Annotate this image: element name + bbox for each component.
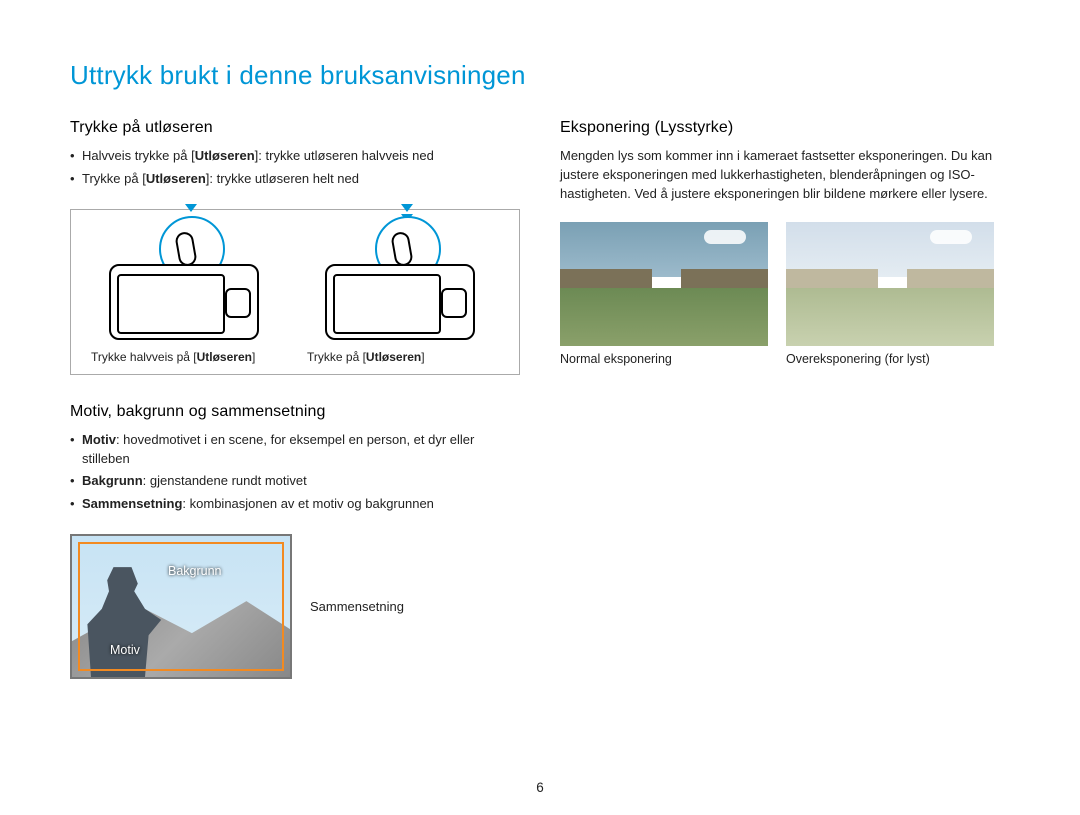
text: : hovedmotivet i en scene, for eksempel … [82,432,474,466]
section-composition: Motiv, bakgrunn og sammensetning Motiv: … [70,403,520,679]
exposure-normal: Normal eksponering [560,222,768,366]
text: : gjenstandene rundt motivet [143,473,307,488]
exposure-paragraph: Mengden lys som kommer inn i kameraet fa… [560,147,1010,204]
text: ] [421,350,424,364]
text: ]: trykke utløseren helt ned [206,171,359,186]
camera-body-icon [109,264,259,340]
text: Trykke på [ [82,171,146,186]
camera-body-icon [325,264,475,340]
camera-drawing-half [97,224,277,344]
text-bold: Utløseren [146,171,206,186]
section-exposure: Eksponering (Lysstyrke) Mengden lys som … [560,119,1010,366]
exposure-examples: Normal eksponering Overeksponering (for … [560,222,1010,366]
text-bold: Utløseren [197,350,252,364]
composition-frame [78,542,284,671]
label-sammensetning: Sammensetning [310,599,404,614]
shutter-bullet-2: Trykke på [Utløseren]: trykke utløseren … [70,170,520,189]
text: : kombinasjonen av et motiv og bakgrunne… [182,496,434,511]
photo-normal-exposure [560,222,768,346]
two-column-layout: Trykke på utløseren Halvveis trykke på [… [70,119,1010,679]
exposure-heading: Eksponering (Lysstyrke) [560,119,1010,137]
caption-full-press: Trykke på [Utløseren] [307,350,499,364]
callout-line [290,607,292,609]
camera-drawing-full [313,224,493,344]
composition-figure: Bakgrunn Motiv Sammensetning [70,534,520,679]
text: ] [252,350,255,364]
caption-over: Overeksponering (for lyst) [786,352,994,366]
down-arrow-icon [401,204,413,212]
label-bakgrunn: Bakgrunn [168,564,222,578]
text-bold: Sammensetning [82,496,182,511]
text: Halvveis trykke på [ [82,148,195,163]
exposure-over: Overeksponering (for lyst) [786,222,994,366]
section-shutter: Trykke på utløseren Halvveis trykke på [… [70,119,520,375]
shutter-bullets: Halvveis trykke på [Utløseren]: trykke u… [70,147,520,189]
page-title: Uttrykk brukt i denne bruksanvisningen [70,60,1010,91]
photo-over-exposure [786,222,994,346]
shutter-bullet-1: Halvveis trykke på [Utløseren]: trykke u… [70,147,520,166]
composition-image: Bakgrunn Motiv [70,534,292,679]
caption-half-press: Trykke halvveis på [Utløseren] [91,350,283,364]
caption-normal: Normal eksponering [560,352,768,366]
composition-bullet-3: Sammensetning: kombinasjonen av et motiv… [70,495,520,514]
down-arrow-icon [185,204,197,212]
text-bold: Bakgrunn [82,473,143,488]
composition-bullets: Motiv: hovedmotivet i en scene, for ekse… [70,431,520,514]
text: Trykke på [ [307,350,366,364]
label-motiv: Motiv [110,643,140,657]
left-column: Trykke på utløseren Halvveis trykke på [… [70,119,520,679]
shutter-illustration-box: Trykke halvveis på [Utløseren] Trykke på… [70,209,520,375]
composition-bullet-1: Motiv: hovedmotivet i en scene, for ekse… [70,431,520,469]
composition-heading: Motiv, bakgrunn og sammensetning [70,403,520,421]
shutter-full-press: Trykke på [Utløseren] [307,224,499,364]
shutter-half-press: Trykke halvveis på [Utløseren] [91,224,283,364]
text-bold: Utløseren [195,148,255,163]
text: Trykke halvveis på [ [91,350,197,364]
page-number: 6 [0,780,1080,795]
right-column: Eksponering (Lysstyrke) Mengden lys som … [560,119,1010,679]
text: ]: trykke utløseren halvveis ned [255,148,434,163]
composition-bullet-2: Bakgrunn: gjenstandene rundt motivet [70,472,520,491]
shutter-heading: Trykke på utløseren [70,119,520,137]
text-bold: Motiv [82,432,116,447]
text-bold: Utløseren [366,350,421,364]
